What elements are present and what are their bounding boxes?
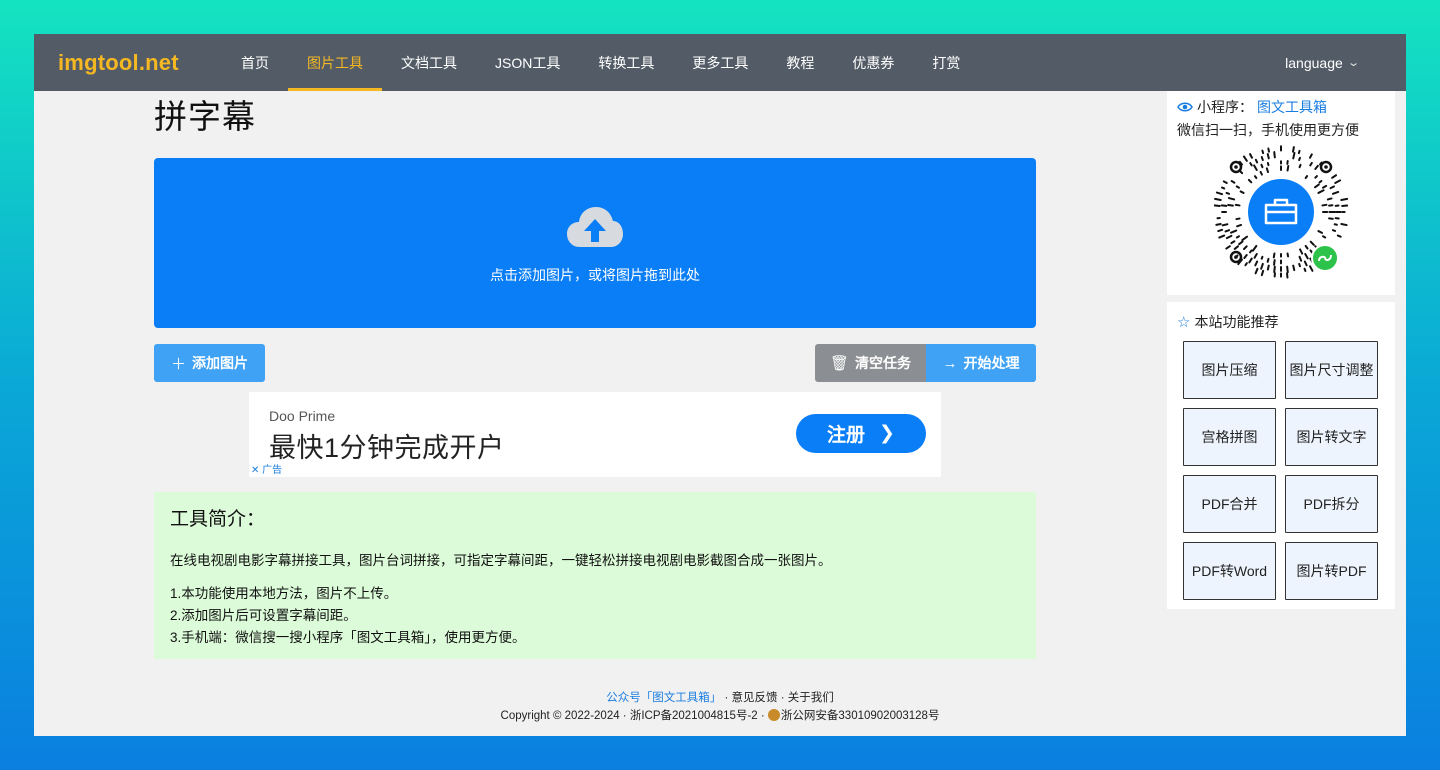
intro-description: 在线电视剧电影字幕拼接工具，图片台词拼接，可指定字幕间距，一键轻松拼接电视剧电影… [170,553,832,568]
plus-icon: ＋ [170,355,186,373]
tool-intro: 工具简介： 在线电视剧电影字幕拼接工具，图片台词拼接，可指定字幕间距，一键轻松拼… [154,492,1036,659]
dropzone-hint: 点击添加图片，或将图片拖到此处 [490,267,700,283]
miniapp-label: 小程序： [1197,99,1253,115]
page-footer: 公众号「图文工具箱」 · 意见反馈 · 关于我们 Copyright © 202… [34,689,1406,725]
miniapp-name-link[interactable]: 图文工具箱 [1257,97,1327,117]
tool-tile-pdf-merge[interactable]: PDF合并 [1183,475,1276,533]
eye-icon [1177,102,1193,112]
language-label: language [1285,54,1343,71]
miniapp-qr-code [1214,145,1348,279]
cloud-upload-icon [567,207,623,247]
tool-tile-grid-collage[interactable]: 宫格拼图 [1183,408,1276,466]
browser-page: imgtool.net 首页 图片工具 文档工具 JSON工具 转换工具 更多工… [34,34,1406,736]
intro-heading: 工具简介： [170,509,266,530]
arrow-right-icon: → [942,354,958,372]
police-badge-icon [767,709,780,721]
footer-separator: · [777,692,788,704]
wechat-account-link[interactable]: 公众号「图文工具箱」 [606,692,721,704]
copyright-text: Copyright © 2022-2024 · 浙ICP备2021004815号… [500,710,768,722]
language-dropdown[interactable]: language ⌄ [1285,34,1360,91]
recommend-card: ☆ 本站功能推荐 图片压缩 图片尺寸调整 宫格拼图 图片转文字 PDF合并 PD… [1167,302,1395,609]
page-title: 拼字幕 [154,98,256,135]
star-icon: ☆ [1177,314,1191,331]
miniapp-line: 小程序： 图文工具箱 [1177,97,1385,117]
chevron-down-icon: ⌄ [1346,57,1360,69]
trash-icon: 🗑︎ [829,355,850,372]
tool-tile-pdf-split[interactable]: PDF拆分 [1285,475,1378,533]
miniapp-card: 小程序： 图文工具箱 微信扫一扫，手机使用更方便 [1167,91,1395,295]
nav-item-coupons[interactable]: 优惠券 [833,34,913,91]
police-record-link[interactable]: 浙公网安备33010902003128号 [781,710,940,722]
intro-tip: 1.本功能使用本地方法，图片不上传。 [170,586,398,601]
nav-item-json-tools[interactable]: JSON工具 [476,34,579,91]
nav-menu: 首页 图片工具 文档工具 JSON工具 转换工具 更多工具 教程 优惠券 打赏 [222,34,979,91]
recommend-title-row: ☆ 本站功能推荐 [1177,312,1385,332]
nav-item-convert-tools[interactable]: 转换工具 [579,34,673,91]
chevron-right-icon: ❯ [879,423,895,444]
miniapp-hint: 微信扫一扫，手机使用更方便 [1177,122,1359,138]
tool-tile-image-to-text[interactable]: 图片转文字 [1285,408,1378,466]
tool-tile-image-resize[interactable]: 图片尺寸调整 [1285,341,1378,399]
tool-tile-pdf-to-word[interactable]: PDF转Word [1183,542,1276,600]
ad-tag-label: 广告 [262,465,283,476]
start-processing-label: 开始处理 [963,355,1020,371]
feedback-link[interactable]: 意见反馈 [732,692,778,704]
action-buttons: ＋ 添加图片 🗑︎ 清空任务 → 开始处理 [154,344,1036,382]
ad-register-label: 注册 [827,425,866,446]
add-image-button[interactable]: ＋ 添加图片 [154,344,265,382]
main-content: 拼字幕 点击添加图片，或将图片拖到此处 ＋ 添加图片 🗑︎ 清空任务 → 开始处… [154,91,1036,659]
intro-tip: 2.添加图片后可设置字幕间距。 [170,608,357,623]
add-image-label: 添加图片 [192,355,248,371]
ad-brand: Doo Prime [269,408,336,424]
clear-tasks-label: 清空任务 [855,355,912,371]
nav-item-image-tools[interactable]: 图片工具 [288,34,382,91]
footer-separator: · [721,692,732,704]
tool-tile-image-to-pdf[interactable]: 图片转PDF [1285,542,1378,600]
ad-slogan: 最快1分钟完成开户 [269,433,505,463]
nav-item-tutorials[interactable]: 教程 [767,34,833,91]
recommend-title: 本站功能推荐 [1194,314,1279,330]
nav-item-document-tools[interactable]: 文档工具 [382,34,476,91]
ad-tag[interactable]: ✕ 广告 [251,461,282,476]
ad-register-button[interactable]: 注册 ❯ [796,414,926,453]
start-processing-button[interactable]: → 开始处理 [926,344,1036,382]
about-link[interactable]: 关于我们 [788,692,834,704]
ad-banner[interactable]: Doo Prime 最快1分钟完成开户 注册 ❯ ✕ 广告 [249,392,941,477]
tool-grid: 图片压缩 图片尺寸调整 宫格拼图 图片转文字 PDF合并 PDF拆分 PDF转W… [1183,341,1385,600]
nav-item-tip[interactable]: 打赏 [913,34,979,91]
close-icon: ✕ [251,465,260,476]
top-navbar: imgtool.net 首页 图片工具 文档工具 JSON工具 转换工具 更多工… [34,34,1406,91]
intro-tip: 3.手机端：微信搜一搜小程序「图文工具箱」，使用更方便。 [170,630,526,645]
nav-item-home[interactable]: 首页 [222,34,288,91]
tool-tile-image-compress[interactable]: 图片压缩 [1183,341,1276,399]
site-logo[interactable]: imgtool.net [58,50,222,76]
image-dropzone[interactable]: 点击添加图片，或将图片拖到此处 [154,158,1036,328]
nav-item-more-tools[interactable]: 更多工具 [673,34,767,91]
clear-tasks-button[interactable]: 🗑︎ 清空任务 [815,344,926,382]
